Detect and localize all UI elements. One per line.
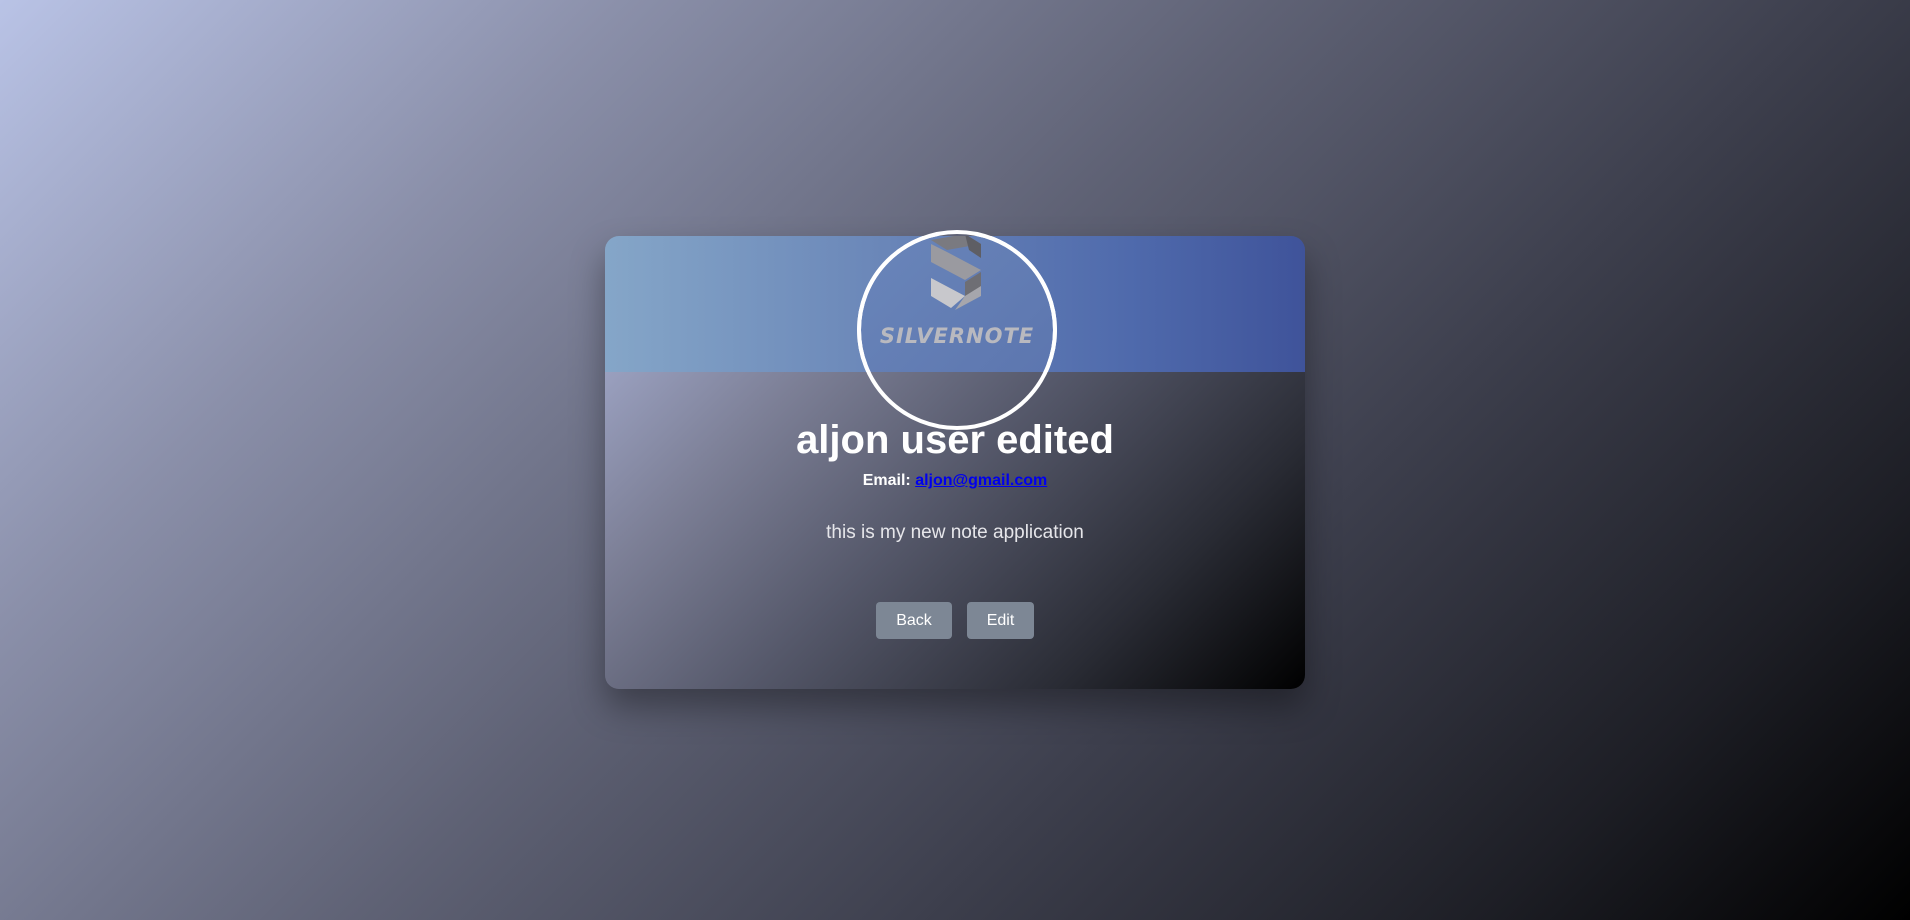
profile-card: SILVERNOTE aljon user edited Email: aljo… bbox=[605, 230, 1305, 689]
avatar: SILVERNOTE bbox=[857, 236, 1057, 372]
back-button[interactable]: Back bbox=[876, 602, 952, 639]
email-line: Email: aljon@gmail.com bbox=[605, 471, 1305, 491]
silvernote-logo-icon bbox=[931, 236, 981, 310]
page: { "profile": { "name": "aljon user edite… bbox=[0, 0, 1910, 920]
edit-button[interactable]: Edit bbox=[967, 602, 1034, 639]
email-label: Email: bbox=[862, 472, 911, 489]
profile-bio: this is my new note application bbox=[826, 522, 1084, 543]
logo-wordmark: SILVERNOTE bbox=[879, 324, 1035, 348]
email-link[interactable]: aljon@gmail.com bbox=[915, 472, 1047, 489]
avatar-clip: SILVERNOTE bbox=[605, 236, 1305, 372]
profile-name: aljon user edited bbox=[796, 418, 1114, 462]
